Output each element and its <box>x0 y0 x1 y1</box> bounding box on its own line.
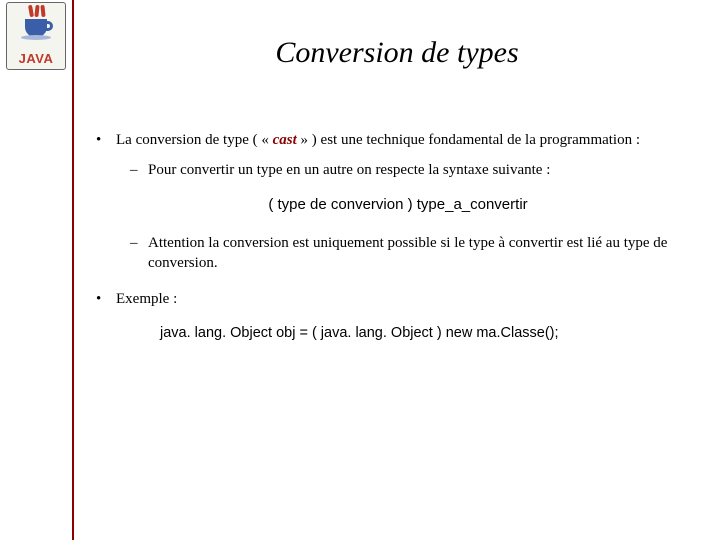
java-logo: JAVA <box>6 2 66 70</box>
cast-keyword: cast <box>273 132 297 148</box>
bullet1-prefix: La conversion de type ( « <box>116 132 273 148</box>
example-label: Exemple : <box>116 291 177 307</box>
subbullet-warning: Attention la conversion est uniquement p… <box>116 233 680 274</box>
subbullet-syntax-intro: Pour convertir un type en un autre on re… <box>116 160 680 180</box>
bullet1-suffix: » ) est une technique fondamental de la … <box>297 132 640 148</box>
coffee-cup-icon <box>21 7 51 41</box>
slide-content: La conversion de type ( « cast » ) est u… <box>90 130 680 359</box>
java-logo-text: JAVA <box>19 51 54 66</box>
slide-title: Conversion de types <box>74 36 720 70</box>
bullet-cast-definition: La conversion de type ( « cast » ) est u… <box>90 130 680 273</box>
syntax-expression: ( type de convervion ) type_a_convertir <box>116 195 680 215</box>
example-code: java. lang. Object obj = ( java. lang. O… <box>160 324 680 344</box>
bullet-example: Exemple : java. lang. Object obj = ( jav… <box>90 289 680 343</box>
vertical-divider <box>72 0 74 540</box>
